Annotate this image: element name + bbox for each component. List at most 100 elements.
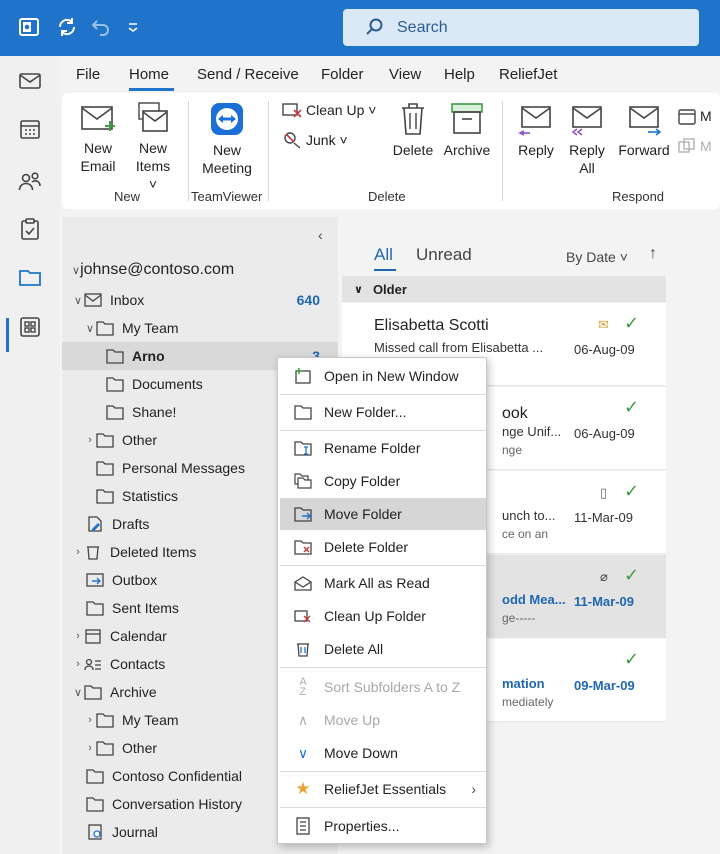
menu-item-new-folder[interactable]: New Folder... — [280, 396, 486, 428]
new-email-button[interactable]: New Email — [78, 101, 118, 175]
tab-home[interactable]: Home — [129, 66, 169, 83]
inbox-unread-count: 640 — [296, 292, 320, 308]
title-bar: Search — [0, 0, 720, 56]
checkmark-icon: ✓ — [624, 649, 640, 669]
folder-icon — [96, 489, 114, 504]
people-icon[interactable] — [15, 166, 45, 196]
chevron-down-icon: ∨ — [73, 294, 83, 307]
menu-item-move-up[interactable]: ∧ Move Up — [280, 704, 486, 736]
tab-folder[interactable]: Folder — [321, 66, 364, 83]
tab-send-receive[interactable]: Send / Receive — [197, 66, 299, 83]
open-new-window-icon — [292, 366, 314, 386]
menu-item-sort-subfolders[interactable]: AZ Sort Subfolders A to Z — [280, 671, 486, 703]
tab-file[interactable]: File — [76, 66, 100, 83]
menu-item-move-folder[interactable]: Move Folder — [280, 498, 486, 530]
folder-icon — [86, 797, 104, 812]
forward-button[interactable]: Forward — [618, 101, 670, 159]
folder-icon — [86, 769, 104, 784]
new-items-button[interactable]: New Items ˅ — [132, 101, 174, 193]
meeting-icon — [678, 109, 696, 125]
menu-separator — [280, 394, 486, 395]
folders-icon[interactable] — [15, 262, 45, 292]
group-label-teamviewer: TeamViewer — [191, 189, 263, 204]
more-respond-icon — [678, 138, 695, 153]
delete-all-icon — [292, 639, 314, 659]
chevron-right-icon: › — [76, 630, 80, 642]
outlook-logo-icon — [14, 12, 44, 42]
reply-button[interactable]: Reply — [516, 101, 556, 159]
menu-item-rename-folder[interactable]: Rename Folder — [280, 432, 486, 464]
clean-up-icon — [282, 103, 302, 118]
menu-item-delete-folder[interactable]: Delete Folder — [280, 531, 486, 563]
tab-reliefjet[interactable]: ReliefJet — [499, 66, 557, 83]
search-placeholder: Search — [397, 18, 448, 36]
drafts-icon — [88, 516, 102, 532]
archive-button[interactable]: Archive — [442, 101, 492, 159]
menu-item-mark-all-as-read[interactable]: Mark All as Read — [280, 567, 486, 599]
delete-button[interactable]: Delete — [392, 101, 434, 159]
folder-icon — [84, 685, 102, 700]
chevron-down-icon: ∨ — [85, 322, 95, 335]
journal-icon — [88, 824, 102, 840]
menu-item-move-down[interactable]: ∨ Move Down — [280, 737, 486, 769]
new-meeting-button[interactable]: New Meeting — [200, 101, 254, 177]
undo-icon[interactable] — [86, 12, 116, 42]
reply-all-button[interactable]: Reply All — [566, 101, 608, 177]
search-box[interactable]: Search — [343, 9, 699, 46]
collapse-pane-icon[interactable]: ‹ — [318, 227, 323, 243]
menu-item-copy-folder[interactable]: Copy Folder — [280, 465, 486, 497]
tab-view[interactable]: View — [389, 66, 421, 83]
forward-icon — [629, 106, 662, 136]
account-header[interactable]: ∨johnse@contoso.com — [72, 261, 234, 279]
clean-up-button[interactable]: Clean Up ˅ — [282, 101, 376, 119]
folder-icon — [96, 713, 114, 728]
quick-access-dropdown-icon[interactable] — [118, 12, 148, 42]
folder-icon — [96, 433, 114, 448]
more-respond-button-truncated[interactable]: M — [678, 137, 712, 155]
menu-item-delete-all[interactable]: Delete All — [280, 633, 486, 665]
calendar-icon[interactable] — [15, 114, 45, 144]
folder-icon — [96, 461, 114, 476]
mail-icon[interactable] — [15, 66, 45, 96]
sort-direction-icon[interactable]: ↑ — [649, 245, 657, 263]
group-label-delete: Delete — [368, 189, 406, 204]
folder-inbox[interactable]: ∨ Inbox 640 — [62, 286, 338, 314]
trash-icon — [402, 103, 424, 135]
menu-item-properties[interactable]: Properties... — [280, 810, 486, 842]
ribbon-tabs: File Home Send / Receive Folder View Hel… — [60, 56, 720, 90]
folder-icon — [106, 349, 124, 364]
folder-icon — [96, 741, 114, 756]
chevron-right-icon: › — [76, 658, 80, 670]
submenu-arrow-icon: › — [471, 781, 476, 797]
tab-all[interactable]: All — [374, 245, 393, 265]
folder-my-team[interactable]: ∨ My Team — [62, 314, 338, 342]
sort-by-date-dropdown[interactable]: By Date ˅ — [566, 249, 628, 265]
checkmark-icon: ✓ — [624, 313, 640, 333]
group-header-older[interactable]: ∨ Older — [342, 276, 666, 302]
calendar-icon — [85, 629, 101, 644]
menu-item-clean-up-folder[interactable]: Clean Up Folder — [280, 600, 486, 632]
chevron-right-icon: › — [88, 742, 92, 754]
new-email-icon — [81, 106, 115, 131]
apps-icon[interactable] — [15, 312, 45, 342]
sync-icon[interactable] — [52, 12, 82, 42]
tab-help[interactable]: Help — [444, 66, 475, 83]
junk-button[interactable]: Junk ˅ — [282, 131, 348, 149]
junk-icon — [284, 132, 301, 149]
search-icon — [365, 17, 387, 39]
tab-unread[interactable]: Unread — [416, 245, 472, 265]
tasks-icon[interactable] — [15, 214, 45, 244]
chevron-right-icon: › — [88, 714, 92, 726]
group-separator — [268, 101, 269, 201]
reply-all-icon — [571, 106, 602, 136]
menu-item-open-in-new-window[interactable]: Open in New Window — [280, 360, 486, 392]
properties-icon — [292, 816, 314, 836]
menu-separator — [280, 807, 486, 808]
meeting-button-truncated[interactable]: M — [678, 107, 712, 125]
group-separator — [188, 101, 189, 201]
menu-item-reliefjet-essentials[interactable]: ★ ReliefJet Essentials › — [280, 773, 486, 805]
new-items-icon — [138, 102, 168, 132]
teamviewer-icon — [211, 103, 243, 135]
chevron-up-icon: ∧ — [297, 711, 309, 728]
checkmark-icon: ✓ — [624, 397, 640, 417]
